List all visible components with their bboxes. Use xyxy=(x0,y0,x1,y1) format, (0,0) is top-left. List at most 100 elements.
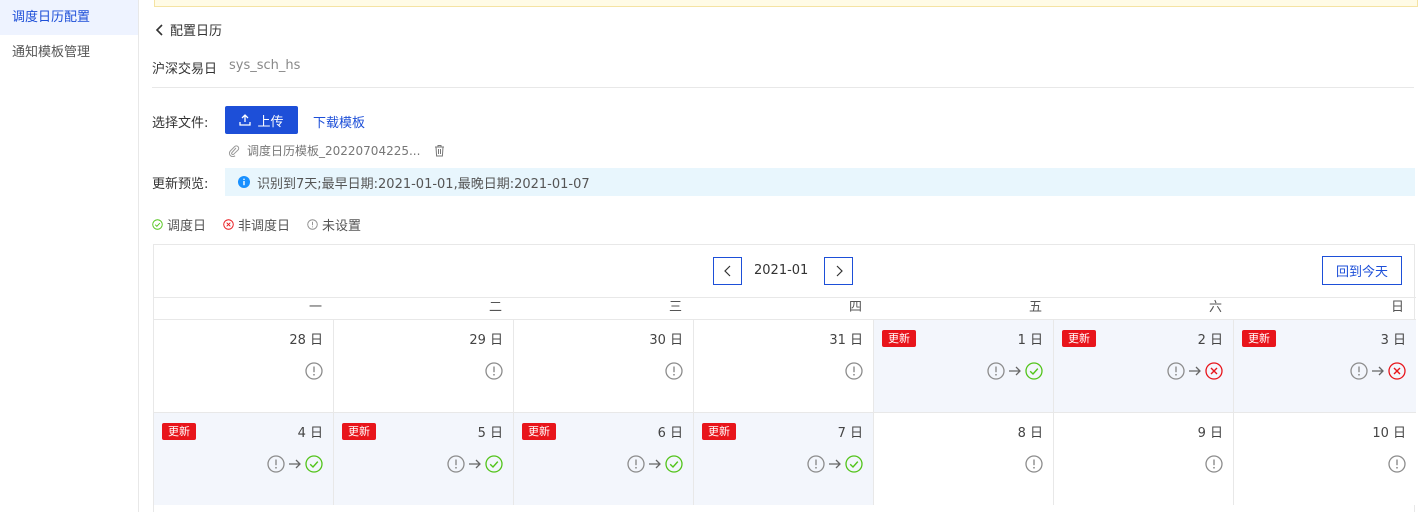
day-number: 8 日 xyxy=(1017,426,1043,441)
exclamation-circle-icon xyxy=(1167,362,1185,380)
x-circle-icon xyxy=(223,219,234,230)
exclamation-circle-icon xyxy=(447,455,465,473)
status-legend: 调度日 非调度日 未设置 xyxy=(152,215,378,234)
day-number: 9 日 xyxy=(1197,426,1223,441)
day-status xyxy=(267,455,323,473)
day-number: 30 日 xyxy=(649,333,683,348)
back-to-today-button[interactable]: 回到今天 xyxy=(1322,256,1402,285)
calendar-day-cell[interactable]: 8 日 xyxy=(874,413,1054,505)
day-number: 28 日 xyxy=(289,333,323,348)
check-circle-icon xyxy=(1025,362,1043,380)
calendar-day-cell[interactable]: 更新 3 日 xyxy=(1234,320,1416,412)
calendar-day-cell[interactable]: 30 日 xyxy=(514,320,694,412)
check-circle-icon xyxy=(665,455,683,473)
weekday-sun: 日 xyxy=(1390,300,1404,315)
arrow-right-icon xyxy=(1009,366,1021,376)
trash-icon[interactable] xyxy=(433,144,446,157)
weekday-sat: 六 xyxy=(1208,300,1222,315)
calendar-day-cell[interactable]: 29 日 xyxy=(334,320,514,412)
info-icon xyxy=(238,176,250,188)
next-month-button[interactable] xyxy=(824,257,853,285)
day-status xyxy=(845,362,863,380)
back-label: 配置日历 xyxy=(170,24,223,39)
calendar-panel: 2021-01 回到今天 一 二 三 四 五 六 日 28 日 29 日 30 日 3… xyxy=(153,244,1416,512)
exclamation-circle-icon xyxy=(1388,455,1406,473)
update-badge: 更新 xyxy=(162,423,196,440)
check-circle-icon xyxy=(152,219,163,230)
uploaded-file-name[interactable]: 调度日历模板_20220704225... xyxy=(247,142,427,159)
main-content: 配置日历 沪深交易日 sys_sch_hs 选择文件: 上传 下载模板 调度日历… xyxy=(140,0,1418,512)
check-circle-icon xyxy=(485,455,503,473)
weekday-wed: 三 xyxy=(668,300,682,315)
day-status xyxy=(665,362,683,380)
calendar-day-cell[interactable]: 9 日 xyxy=(1054,413,1234,505)
chevron-right-icon xyxy=(836,265,843,277)
day-status xyxy=(305,362,323,380)
notice-bar xyxy=(154,0,1418,7)
exclamation-circle-icon xyxy=(307,219,318,230)
calendar-name-row: 沪深交易日 sys_sch_hs xyxy=(152,58,1414,88)
check-circle-icon xyxy=(845,455,863,473)
day-status xyxy=(627,455,683,473)
calendar-name-label: 沪深交易日 xyxy=(152,62,218,77)
day-status xyxy=(1350,362,1406,380)
calendar-day-cell[interactable]: 28 日 xyxy=(154,320,334,412)
day-number: 7 日 xyxy=(837,426,863,441)
calendar-day-cell[interactable]: 更新 6 日 xyxy=(514,413,694,505)
arrow-right-icon xyxy=(829,459,841,469)
update-badge: 更新 xyxy=(702,423,736,440)
app-root: 调度日历配置 通知模板管理 配置日历 沪深交易日 sys_sch_hs 选择文件… xyxy=(0,0,1418,512)
check-circle-icon xyxy=(305,455,323,473)
prev-month-button[interactable] xyxy=(713,257,742,285)
day-status xyxy=(987,362,1043,380)
calendar-day-cell[interactable]: 10 日 xyxy=(1234,413,1416,505)
upload-icon xyxy=(239,114,252,126)
calendar-week-row: 更新 4 日 更新 5 日 更新 6 日 更新 7 日 8 日 9 日 10 日 xyxy=(154,412,1416,505)
legend-unset-label: 未设置 xyxy=(322,219,362,234)
calendar-nav: 2021-01 回到今天 xyxy=(154,245,1416,297)
day-status xyxy=(1167,362,1223,380)
sidebar: 调度日历配置 通知模板管理 xyxy=(0,0,139,512)
sidebar-item-notify-template[interactable]: 通知模板管理 xyxy=(0,35,138,70)
legend-scheduled-label: 调度日 xyxy=(167,219,207,234)
sidebar-item-schedule-calendar[interactable]: 调度日历配置 xyxy=(0,0,138,35)
day-status xyxy=(1388,455,1406,473)
arrow-right-icon xyxy=(469,459,481,469)
upload-button[interactable]: 上传 xyxy=(225,106,298,134)
day-number: 1 日 xyxy=(1017,333,1043,348)
arrow-right-icon xyxy=(649,459,661,469)
arrow-right-icon xyxy=(1372,366,1384,376)
x-circle-icon xyxy=(1205,362,1223,380)
chevron-left-icon xyxy=(155,23,163,36)
calendar-day-cell[interactable]: 更新 2 日 xyxy=(1054,320,1234,412)
arrow-right-icon xyxy=(1189,366,1201,376)
legend-not-scheduled-label: 非调度日 xyxy=(238,219,291,234)
calendar-day-cell[interactable]: 更新 1 日 xyxy=(874,320,1054,412)
back-button[interactable]: 配置日历 xyxy=(154,20,222,39)
day-status xyxy=(447,455,503,473)
exclamation-circle-icon xyxy=(665,362,683,380)
legend-not-scheduled: 非调度日 xyxy=(223,215,290,234)
calendar-day-cell[interactable]: 31 日 xyxy=(694,320,874,412)
calendar-grid: 28 日 29 日 30 日 31 日更新 1 日更新 2 日更新 3 日更新 4 日更新 5 … xyxy=(154,319,1416,505)
update-badge: 更新 xyxy=(522,423,556,440)
preview-info-text: 识别到7天;最早日期:2021-01-01,最晚日期:2021-01-07 xyxy=(257,176,590,192)
calendar-day-cell[interactable]: 更新 7 日 xyxy=(694,413,874,505)
exclamation-circle-icon xyxy=(267,455,285,473)
current-month: 2021-01 xyxy=(754,263,809,278)
chevron-left-icon xyxy=(723,265,730,277)
exclamation-circle-icon xyxy=(1350,362,1368,380)
legend-scheduled: 调度日 xyxy=(152,215,206,234)
day-number: 6 日 xyxy=(657,426,683,441)
day-status xyxy=(807,455,863,473)
calendar-day-cell[interactable]: 更新 4 日 xyxy=(154,413,334,505)
x-circle-icon xyxy=(1388,362,1406,380)
exclamation-circle-icon xyxy=(807,455,825,473)
weekday-mon: 一 xyxy=(308,300,322,315)
upload-button-label: 上传 xyxy=(257,113,284,129)
update-badge: 更新 xyxy=(1062,330,1096,347)
day-number: 31 日 xyxy=(829,333,863,348)
exclamation-circle-icon xyxy=(627,455,645,473)
download-template-link[interactable]: 下载模板 xyxy=(313,112,365,131)
calendar-day-cell[interactable]: 更新 5 日 xyxy=(334,413,514,505)
